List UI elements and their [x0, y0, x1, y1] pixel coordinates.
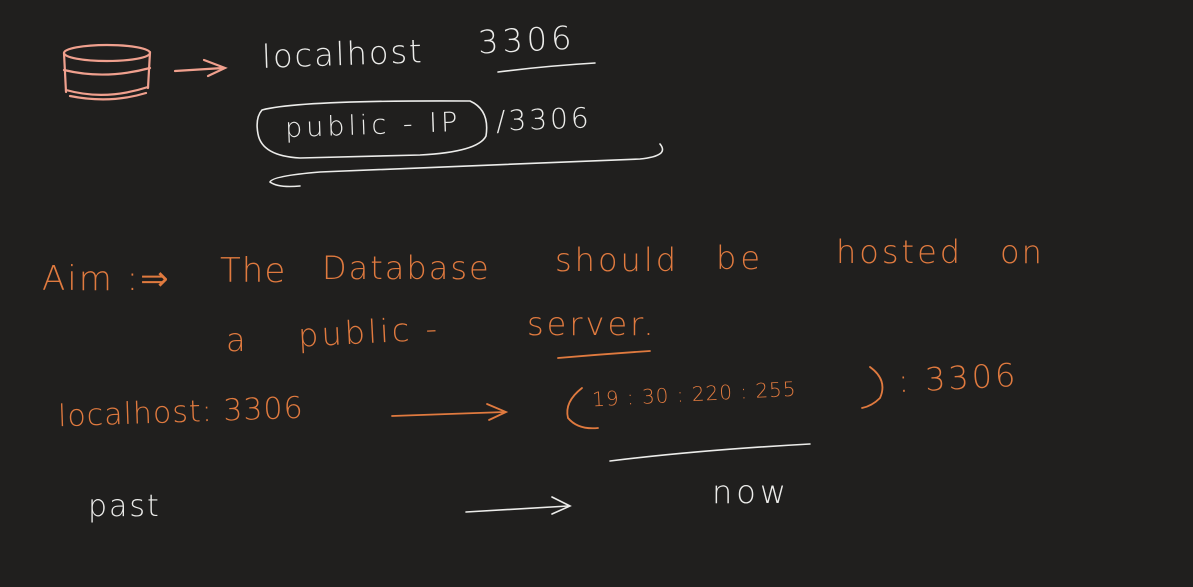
arrow-localhost-to-ip	[391, 403, 509, 421]
underline-public-address	[269, 143, 664, 188]
database-icon	[62, 43, 152, 101]
aim-word-database: Database	[322, 249, 491, 287]
aim-word-public: public -	[297, 309, 441, 355]
underline-server	[557, 350, 651, 359]
underline-ip	[609, 443, 811, 462]
arrow-db-to-localhost	[173, 58, 228, 78]
aim-word-be: be	[716, 239, 764, 277]
public-ip-label: public - IP	[284, 106, 462, 145]
aim-word-on: on	[1000, 233, 1044, 271]
whiteboard-canvas: localhost 3306 public - IP /3306 Aim :⇒ …	[0, 0, 1193, 587]
timeline-now-label: now	[712, 473, 791, 511]
ink-strokes	[62, 43, 884, 515]
localhost-label: localhost	[261, 32, 425, 76]
aim-word-server: server.	[527, 305, 657, 343]
aim-word-hosted: hosted	[836, 233, 964, 271]
aim-word-should: should	[555, 241, 680, 279]
paren-right	[861, 366, 884, 409]
aim-word-the: The	[220, 251, 287, 291]
public-port-label: /3306	[495, 101, 593, 138]
port-label: 3306	[477, 18, 577, 62]
arrow-past-to-now	[465, 496, 572, 515]
underline-3306	[497, 62, 596, 73]
aim-label: Aim :⇒	[42, 259, 171, 299]
mapping-from-label: localhost: 3306	[57, 390, 305, 435]
aim-word-a: a	[226, 321, 246, 359]
timeline-past-label: past	[88, 489, 161, 524]
mapping-port-label: : 3306	[897, 355, 1020, 401]
